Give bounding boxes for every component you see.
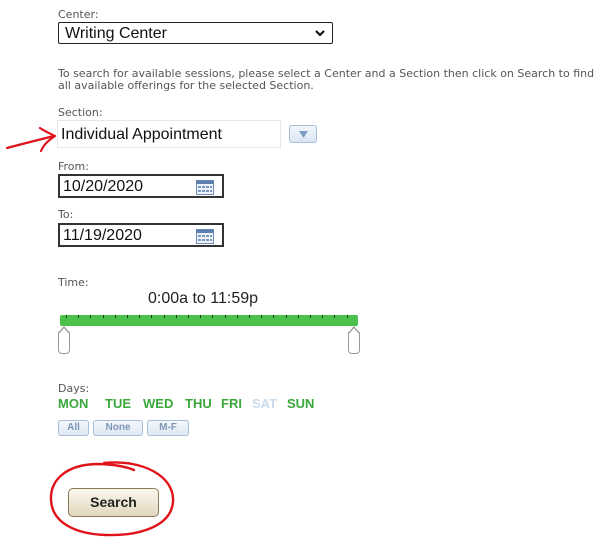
center-select-value: Writing Center <box>65 25 167 42</box>
calendar-icon[interactable] <box>196 180 214 195</box>
chevron-down-icon <box>315 30 325 37</box>
time-slider-tick <box>236 315 238 318</box>
day-thu[interactable]: THU <box>185 396 212 411</box>
time-slider-tick <box>102 315 104 318</box>
time-slider-start-handle[interactable] <box>58 326 70 354</box>
select-weekdays-button[interactable]: M-F <box>147 420 189 436</box>
time-slider-tick <box>163 315 165 318</box>
calendar-icon[interactable] <box>196 229 214 244</box>
time-slider-tick <box>273 315 275 318</box>
day-sun[interactable]: SUN <box>287 396 314 411</box>
search-button[interactable]: Search <box>68 488 159 517</box>
time-slider-tick <box>249 315 250 318</box>
time-range-value: 0:00a to 11:59p <box>148 290 259 307</box>
section-label: Section: <box>58 106 103 119</box>
time-slider-tick <box>261 315 263 318</box>
time-slider-tick <box>127 315 128 318</box>
search-instructions: To search for available sessions, please… <box>58 67 595 92</box>
time-slider-tick <box>66 315 67 318</box>
day-fri[interactable]: FRI <box>221 396 242 411</box>
to-date-input[interactable]: 11/19/2020 <box>58 223 224 247</box>
days-label: Days: <box>58 382 90 395</box>
time-slider-tick <box>78 315 80 318</box>
triangle-down-icon <box>299 131 308 138</box>
select-no-days-button[interactable]: None <box>93 420 143 436</box>
time-label: Time: <box>58 276 89 289</box>
time-slider-tick <box>346 315 348 318</box>
time-slider-tick <box>175 315 177 318</box>
from-date-value: 10/20/2020 <box>63 178 144 195</box>
time-slider-tick <box>297 315 299 318</box>
time-slider-tick <box>188 315 189 318</box>
from-date-input[interactable]: 10/20/2020 <box>58 174 224 198</box>
time-slider-tick <box>114 315 116 318</box>
time-slider-end-handle[interactable] <box>348 326 360 354</box>
time-slider-tick <box>151 315 153 318</box>
time-slider-tick <box>200 315 202 318</box>
time-slider-tick <box>139 315 141 318</box>
select-all-days-button[interactable]: All <box>58 420 89 436</box>
time-slider-tick <box>212 315 214 318</box>
time-slider-tick <box>334 315 336 318</box>
time-slider-tick <box>310 315 311 318</box>
day-tue[interactable]: TUE <box>105 396 131 411</box>
time-slider-tick <box>285 315 287 318</box>
to-date-value: 11/19/2020 <box>63 227 142 244</box>
annotation-arrow-icon <box>5 126 57 153</box>
section-dropdown-button[interactable] <box>289 125 317 143</box>
day-wed[interactable]: WED <box>143 396 173 411</box>
day-sat[interactable]: SAT <box>252 396 277 411</box>
center-select[interactable]: Writing Center <box>58 22 333 44</box>
section-select[interactable]: Individual Appointment <box>57 120 281 148</box>
to-label: To: <box>58 208 74 221</box>
day-mon[interactable]: MON <box>58 396 88 411</box>
from-label: From: <box>58 160 89 173</box>
time-slider-tick <box>90 315 92 318</box>
time-slider-tick <box>224 315 226 318</box>
center-label: Center: <box>58 8 99 21</box>
time-slider-tick <box>322 315 324 318</box>
time-slider-range <box>60 315 358 326</box>
